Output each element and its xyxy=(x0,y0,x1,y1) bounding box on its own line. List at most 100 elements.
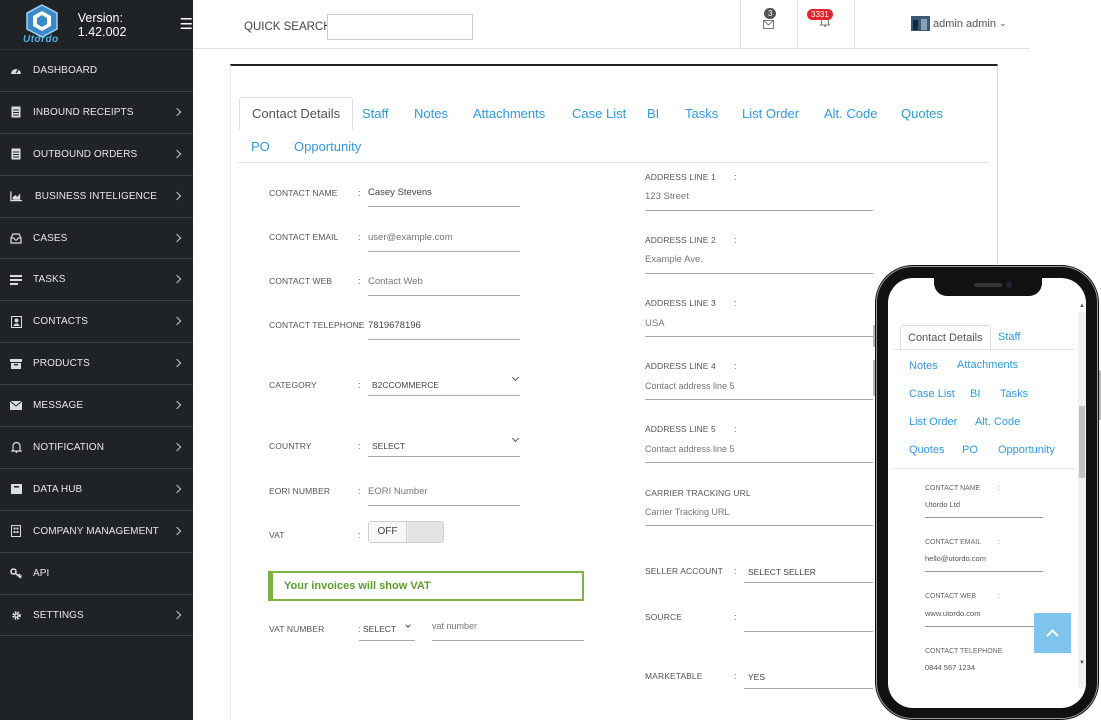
scroll-down-icon[interactable]: ▼ xyxy=(1079,660,1085,666)
colon: : xyxy=(734,612,737,622)
dashboard-icon xyxy=(10,64,22,76)
tab-opportunity[interactable]: Opportunity xyxy=(294,139,361,154)
messages-button[interactable]: 3 xyxy=(763,8,777,34)
address-line-1-label: ADDRESS LINE 1 xyxy=(645,172,716,182)
sidebar-item-message[interactable]: MESSAGE xyxy=(0,385,193,428)
colon: : xyxy=(358,232,361,242)
avatar xyxy=(911,16,930,31)
field-underline xyxy=(925,626,1043,627)
contact-web-value[interactable]: www.utordo.com xyxy=(925,609,980,618)
gear-icon xyxy=(10,609,22,621)
source-label: SOURCE xyxy=(645,612,682,622)
tab-list-order[interactable]: List Order xyxy=(742,106,799,121)
tab-bi[interactable]: BI xyxy=(647,106,659,121)
sidebar-item-cases[interactable]: CASES xyxy=(0,218,193,260)
vat-number-country-select[interactable]: SELECT xyxy=(363,624,396,634)
tab-bi[interactable]: BI xyxy=(970,388,980,400)
tab-staff[interactable]: Staff xyxy=(362,106,389,121)
field-underline xyxy=(645,210,873,211)
colon: : xyxy=(358,624,361,634)
field-underline xyxy=(744,688,873,689)
sidebar-item-business-inteligence[interactable]: BUSINESS INTELIGENCE xyxy=(0,176,193,218)
sidebar-item-contacts[interactable]: CONTACTS xyxy=(0,301,193,344)
chevron-right-icon xyxy=(172,610,182,619)
tab-case-list[interactable]: Case List xyxy=(909,388,955,400)
tab-case-list[interactable]: Case List xyxy=(572,106,626,121)
sidebar-item-outbound-orders[interactable]: OUTBOUND ORDERS xyxy=(0,134,193,176)
tab-list-order[interactable]: List Order xyxy=(909,416,957,428)
scroll-up-icon[interactable]: ▲ xyxy=(1079,303,1085,309)
vat-toggle-state: OFF xyxy=(369,522,407,542)
eori-number-input[interactable]: EORI Number xyxy=(368,486,428,497)
envelope-icon xyxy=(763,20,774,29)
contact-name-input[interactable]: Casey Stevens xyxy=(368,187,432,198)
user-menu[interactable]: admin admin ⌄ xyxy=(911,16,1007,31)
chevron-right-icon xyxy=(172,358,182,368)
address-line-3-input[interactable]: USA xyxy=(645,318,665,329)
field-underline xyxy=(368,295,520,296)
category-select[interactable]: B2CCOMMERCE xyxy=(372,380,439,390)
address-line-1-input[interactable]: 123 Street xyxy=(645,191,689,202)
sidebar-item-notification[interactable]: NOTIFICATION xyxy=(0,427,193,469)
sidebar-item-settings[interactable]: SETTINGS xyxy=(0,595,193,637)
contact-telephone-input[interactable]: 7819678196 xyxy=(368,320,421,331)
tab-notes[interactable]: Notes xyxy=(414,106,448,121)
scrollbar-thumb[interactable] xyxy=(1079,406,1085,478)
contact-web-input[interactable]: Contact Web xyxy=(368,276,423,287)
tab-staff[interactable]: Staff xyxy=(998,331,1020,343)
marketable-select[interactable]: YES xyxy=(748,672,765,682)
contact-telephone-value[interactable]: 0844 567 1234 xyxy=(925,663,975,672)
field-underline xyxy=(368,456,520,457)
user-name: admin admin xyxy=(933,17,996,30)
vat-toggle[interactable]: OFF xyxy=(368,521,444,543)
contact-email-input[interactable]: user@example.com xyxy=(368,232,453,243)
quick-search-input[interactable] xyxy=(327,14,473,40)
hamburger-menu-icon[interactable]: ☰ xyxy=(180,17,193,32)
sidebar-item-dashboard[interactable]: DASHBOARD xyxy=(0,50,193,92)
tab-tasks[interactable]: Tasks xyxy=(685,106,718,121)
notifications-button[interactable]: 3331 xyxy=(807,9,833,32)
tab-alt-code[interactable]: Alt. Code xyxy=(975,416,1020,428)
country-select[interactable]: SELECT xyxy=(372,441,405,451)
sidebar-item-api[interactable]: API xyxy=(0,553,193,595)
sidebar-item-company-management[interactable]: COMPANY MANAGEMENT xyxy=(0,511,193,553)
tab-bar: Contact Details Staff Notes Attachments … xyxy=(237,97,989,163)
logo[interactable]: Utordo xyxy=(20,3,64,46)
tab-attachments[interactable]: Attachments xyxy=(473,106,545,121)
address-line-4-input[interactable]: Contact address line 5 xyxy=(645,381,735,391)
phone-screen: Contact Details Staff Notes Attachments … xyxy=(888,278,1086,708)
bell-icon xyxy=(10,441,22,454)
carrier-tracking-url-input[interactable]: Carrier Tracking URL xyxy=(645,507,730,517)
tab-po[interactable]: PO xyxy=(962,444,978,456)
tab-po[interactable]: PO xyxy=(251,139,270,154)
sidebar-item-label: BUSINESS INTELIGENCE xyxy=(35,190,158,202)
tab-attachments[interactable]: Attachments xyxy=(957,359,1018,371)
tab-notes[interactable]: Notes xyxy=(909,360,938,372)
sidebar-item-inbound-receipts[interactable]: INBOUND RECEIPTS xyxy=(0,92,193,134)
divider xyxy=(797,0,798,48)
contact-email-value[interactable]: hello@utordo.com xyxy=(925,554,986,563)
tab-tasks[interactable]: Tasks xyxy=(1000,388,1028,400)
seller-account-select[interactable]: SELECT SELLER xyxy=(748,567,816,577)
sidebar-item-products[interactable]: PRODUCTS xyxy=(0,343,193,386)
tab-quotes[interactable]: Quotes xyxy=(901,106,943,121)
sidebar-item-data-hub[interactable]: DATA HUB xyxy=(0,469,193,511)
address-line-3-label: ADDRESS LINE 3 xyxy=(645,298,716,308)
document-icon xyxy=(10,148,22,160)
back-to-top-button[interactable] xyxy=(1034,613,1071,653)
tab-opportunity[interactable]: Opportunity xyxy=(998,444,1055,456)
contact-telephone-label: CONTACT TELEPHONE xyxy=(269,320,365,330)
contact-name-value[interactable]: Utordo Ltd xyxy=(925,500,960,509)
tab-contact-details[interactable]: Contact Details xyxy=(239,97,354,130)
tab-contact-details[interactable]: Contact Details xyxy=(900,325,991,351)
contact-email-label: CONTACT EMAIL xyxy=(269,232,339,242)
sidebar-item-tasks[interactable]: TASKS xyxy=(0,259,193,302)
scrollbar[interactable] xyxy=(1078,312,1086,688)
address-line-5-input[interactable]: Contact address line 5 xyxy=(645,444,735,454)
product-icon xyxy=(10,358,22,370)
chevron-down-icon xyxy=(511,434,520,443)
tab-quotes[interactable]: Quotes xyxy=(909,444,944,456)
vat-number-input[interactable]: vat number xyxy=(432,621,477,631)
tab-alt-code[interactable]: Alt. Code xyxy=(824,106,877,121)
address-line-2-input[interactable]: Example Ave. xyxy=(645,254,703,265)
